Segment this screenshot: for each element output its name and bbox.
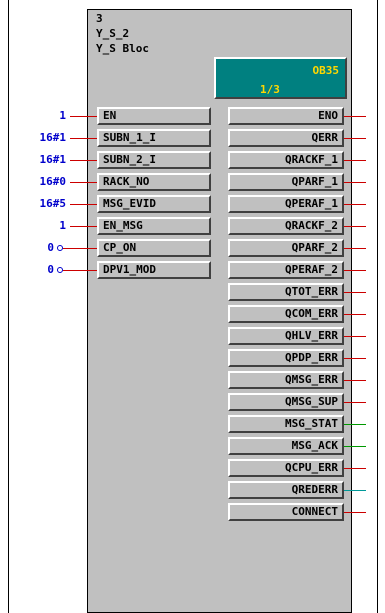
ob-execution-box[interactable]: OB35 1/3 <box>214 57 347 99</box>
output-wire <box>344 292 366 293</box>
output-wire <box>344 402 366 403</box>
input-value[interactable]: 16#1 <box>14 131 67 144</box>
input-pin-subn-1-i[interactable]: SUBN_1_I <box>97 129 211 147</box>
output-pin-qhlv-err[interactable]: QHLV_ERR <box>228 327 344 345</box>
output-pin-qmsg-err[interactable]: QMSG_ERR <box>228 371 344 389</box>
output-pin-msg-stat[interactable]: MSG_STAT <box>228 415 344 433</box>
input-pin-en[interactable]: EN <box>97 107 211 125</box>
output-pin-qcom-err[interactable]: QCOM_ERR <box>228 305 344 323</box>
output-wire <box>344 336 366 337</box>
output-wire <box>344 380 366 381</box>
ob-sequence: 1/3 <box>260 83 280 96</box>
input-value[interactable]: 16#0 <box>14 175 67 188</box>
output-pin-qparf-2[interactable]: QPARF_2 <box>228 239 344 257</box>
input-wire <box>70 138 97 139</box>
input-wire <box>63 270 97 271</box>
output-pin-msg-ack[interactable]: MSG_ACK <box>228 437 344 455</box>
input-wire <box>70 116 97 117</box>
output-pin-qrackf-2[interactable]: QRACKF_2 <box>228 217 344 235</box>
output-wire <box>344 226 366 227</box>
output-pin-eno[interactable]: ENO <box>228 107 344 125</box>
output-pin-qrederr[interactable]: QREDERR <box>228 481 344 499</box>
output-pin-qtot-err[interactable]: QTOT_ERR <box>228 283 344 301</box>
output-wire <box>344 358 366 359</box>
output-pin-qperaf-1[interactable]: QPERAF_1 <box>228 195 344 213</box>
output-pin-qperaf-2[interactable]: QPERAF_2 <box>228 261 344 279</box>
ob-name: OB35 <box>312 64 340 77</box>
input-value[interactable]: 16#5 <box>14 197 67 210</box>
input-value[interactable]: 0 <box>14 241 54 254</box>
output-wire <box>344 248 366 249</box>
input-wire <box>70 182 97 183</box>
output-wire <box>344 468 366 469</box>
output-wire <box>344 314 366 315</box>
input-wire <box>70 226 97 227</box>
block-name: Y_S_2 <box>96 27 130 40</box>
input-value[interactable]: 1 <box>14 109 66 122</box>
output-wire <box>344 204 366 205</box>
output-wire <box>344 116 366 117</box>
negation-circle-icon <box>57 267 63 273</box>
input-pin-en-msg[interactable]: EN_MSG <box>97 217 211 235</box>
input-pin-subn-2-i[interactable]: SUBN_2_I <box>97 151 211 169</box>
output-wire <box>344 446 366 447</box>
output-wire <box>344 424 366 425</box>
block-type: Y_S Bloc <box>96 42 149 55</box>
input-value[interactable]: 0 <box>14 263 54 276</box>
output-pin-qpdp-err[interactable]: QPDP_ERR <box>228 349 344 367</box>
input-value[interactable]: 1 <box>14 219 66 232</box>
output-wire <box>344 512 366 513</box>
output-pin-connect[interactable]: CONNECT <box>228 503 344 521</box>
output-pin-qerr[interactable]: QERR <box>228 129 344 147</box>
output-wire <box>344 138 366 139</box>
output-pin-qcpu-err[interactable]: QCPU_ERR <box>228 459 344 477</box>
output-pin-qrackf-1[interactable]: QRACKF_1 <box>228 151 344 169</box>
input-wire <box>70 160 97 161</box>
input-pin-msg-evid[interactable]: MSG_EVID <box>97 195 211 213</box>
output-pin-qparf-1[interactable]: QPARF_1 <box>228 173 344 191</box>
input-pin-dpv1-mod[interactable]: DPV1_MOD <box>97 261 211 279</box>
block-number: 3 <box>96 12 103 25</box>
output-wire <box>344 182 366 183</box>
output-wire <box>344 270 366 271</box>
output-wire <box>344 490 366 491</box>
output-pin-qmsg-sup[interactable]: QMSG_SUP <box>228 393 344 411</box>
input-pin-rack-no[interactable]: RACK_NO <box>97 173 211 191</box>
input-wire <box>63 248 97 249</box>
input-wire <box>70 204 97 205</box>
input-value[interactable]: 16#1 <box>14 153 67 166</box>
input-pin-cp-on[interactable]: CP_ON <box>97 239 211 257</box>
negation-circle-icon <box>57 245 63 251</box>
output-wire <box>344 160 366 161</box>
